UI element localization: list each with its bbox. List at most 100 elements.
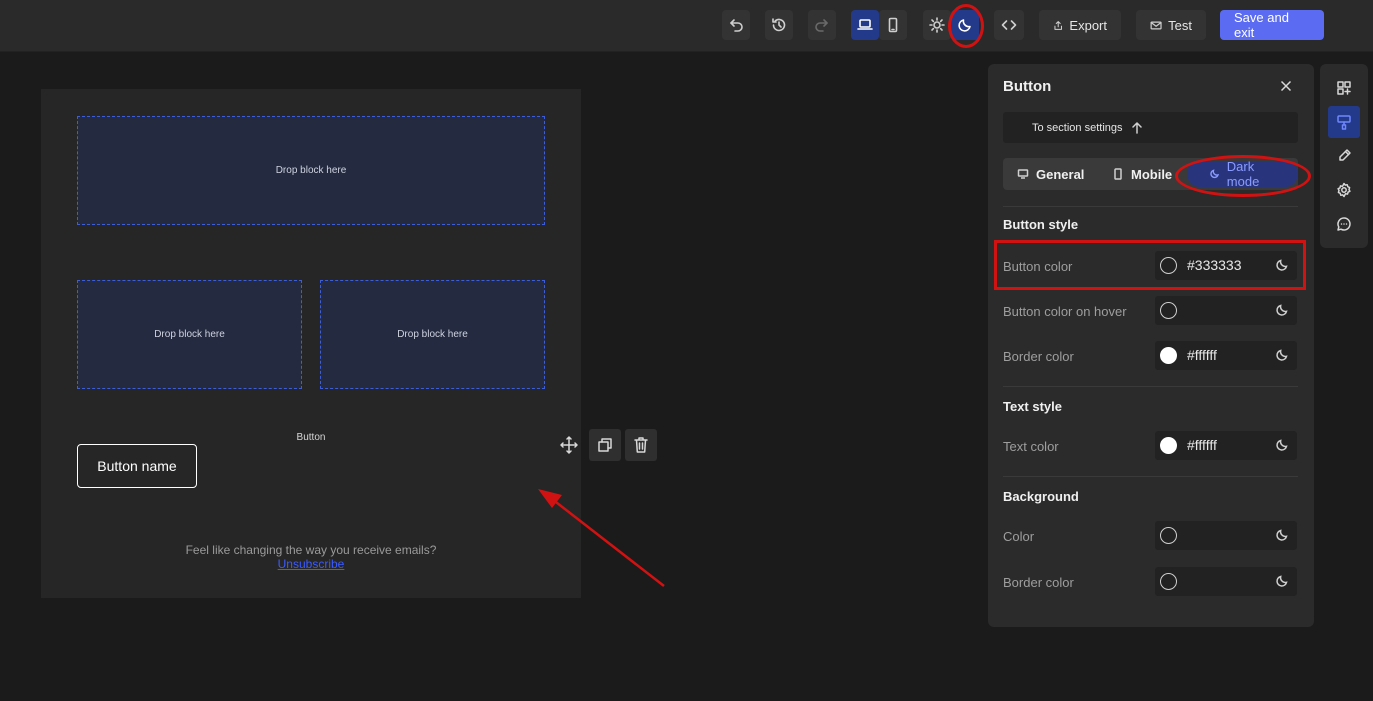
save-label: Save and exit — [1234, 10, 1289, 40]
panel-title: Button — [1003, 78, 1052, 95]
drop-zone-right[interactable]: Drop block here — [320, 280, 545, 389]
close-icon — [1280, 80, 1292, 92]
tab-mobile[interactable]: Mobile — [1112, 161, 1172, 187]
trash-icon — [634, 437, 648, 453]
color-swatch[interactable] — [1160, 302, 1177, 319]
color-swatch[interactable] — [1160, 257, 1177, 274]
to-section-label: To section settings — [1032, 121, 1123, 134]
mail-icon — [1150, 20, 1162, 30]
export-button[interactable]: Export — [1039, 10, 1121, 40]
tab-general[interactable]: General — [1017, 161, 1084, 187]
email-footer: Feel like changing the way you receive e… — [41, 543, 581, 571]
drop-zone-full[interactable]: Drop block here — [77, 116, 545, 225]
tab-dark-mode[interactable]: Dark mode — [1187, 159, 1298, 189]
drop-label: Drop block here — [397, 329, 468, 340]
desktop-view-button[interactable] — [851, 10, 879, 40]
moon-icon[interactable] — [1275, 438, 1289, 452]
top-toolbar: Export Test Save and exit — [0, 0, 1373, 52]
moon-icon[interactable] — [1275, 574, 1289, 588]
save-and-exit-button[interactable]: Save and exit — [1220, 10, 1324, 40]
moon-icon[interactable] — [1275, 303, 1289, 317]
color-value: #ffffff — [1187, 347, 1217, 363]
text-color-field[interactable]: #ffffff — [1155, 431, 1297, 460]
moon-icon — [1210, 169, 1220, 179]
button-block-label: Button — [296, 432, 326, 443]
color-swatch[interactable] — [1160, 527, 1177, 544]
style-button[interactable] — [1328, 106, 1360, 138]
blocks-button[interactable] — [1328, 72, 1360, 104]
background-heading: Background — [1003, 489, 1079, 504]
button-color-label: Button color — [1003, 259, 1073, 274]
border-color-label: Border color — [1003, 349, 1074, 364]
moon-icon[interactable] — [1275, 528, 1289, 542]
duplicate-block-button[interactable] — [589, 429, 621, 461]
divider — [1003, 476, 1298, 477]
email-button[interactable]: Button name — [77, 444, 197, 488]
drop-zone-left[interactable]: Drop block here — [77, 280, 302, 389]
redo-button[interactable] — [808, 10, 836, 40]
settings-icon — [1337, 182, 1351, 198]
move-block-button[interactable] — [553, 429, 585, 461]
text-color-label: Text color — [1003, 439, 1059, 454]
moon-icon[interactable] — [1275, 348, 1289, 362]
code-button[interactable] — [994, 10, 1024, 40]
comment-icon — [1337, 217, 1351, 231]
color-value: #333333 — [1187, 257, 1242, 273]
brush-icon — [1339, 149, 1351, 161]
settings-button[interactable] — [1328, 174, 1360, 206]
button-style-heading: Button style — [1003, 217, 1079, 232]
redo-icon — [815, 19, 828, 32]
color-value: #ffffff — [1187, 437, 1217, 453]
undo-icon — [730, 19, 743, 32]
text-style-heading: Text style — [1003, 399, 1063, 414]
background-border-label: Border color — [1003, 575, 1074, 590]
color-swatch[interactable] — [1160, 437, 1177, 454]
comments-button[interactable] — [1328, 208, 1360, 240]
drop-label: Drop block here — [154, 329, 225, 340]
mobile-icon — [888, 17, 898, 33]
move-icon — [560, 436, 578, 454]
color-swatch[interactable] — [1160, 573, 1177, 590]
paint-icon — [1337, 115, 1351, 130]
export-label: Export — [1069, 17, 1107, 33]
hover-color-label: Button color on hover — [1003, 304, 1127, 319]
blocks-icon — [1337, 81, 1351, 95]
delete-block-button[interactable] — [625, 429, 657, 461]
moon-icon — [958, 19, 971, 32]
export-icon — [1054, 20, 1062, 30]
history-button[interactable] — [765, 10, 793, 40]
button-color-field[interactable]: #333333 — [1155, 251, 1297, 280]
desktop-icon — [857, 19, 873, 30]
test-button[interactable]: Test — [1136, 10, 1206, 40]
background-border-field[interactable] — [1155, 567, 1297, 596]
border-color-field[interactable]: #ffffff — [1155, 341, 1297, 370]
arrow-up-icon — [1131, 121, 1142, 134]
undo-button[interactable] — [722, 10, 750, 40]
divider — [1003, 386, 1298, 387]
moon-icon[interactable] — [1275, 258, 1289, 272]
duplicate-icon — [598, 438, 612, 452]
code-icon — [1001, 20, 1017, 30]
tab-label: General — [1036, 166, 1085, 182]
mobile-view-button[interactable] — [879, 10, 907, 40]
background-color-field[interactable] — [1155, 521, 1297, 550]
sun-icon — [929, 17, 945, 33]
dark-mode-button[interactable] — [951, 10, 979, 40]
tab-label: Dark mode — [1226, 159, 1260, 189]
light-mode-button[interactable] — [923, 10, 951, 40]
divider — [1003, 206, 1298, 207]
tab-label: Mobile — [1131, 166, 1173, 182]
to-section-settings-button[interactable]: To section settings — [1003, 112, 1298, 143]
email-canvas: Drop block here Drop block here Drop blo… — [41, 89, 581, 598]
settings-tabs: General Mobile Dark mode — [1003, 158, 1298, 190]
brush-button[interactable] — [1328, 140, 1360, 172]
hover-color-field[interactable] — [1155, 296, 1297, 325]
background-color-label: Color — [1003, 529, 1035, 544]
history-icon — [772, 18, 786, 32]
color-swatch[interactable] — [1160, 347, 1177, 364]
mobile-icon — [1114, 168, 1122, 180]
unsubscribe-link[interactable]: Unsubscribe — [41, 557, 581, 571]
footer-text: Feel like changing the way you receive e… — [185, 543, 437, 557]
right-tool-rail — [1320, 64, 1368, 248]
close-panel-button[interactable] — [1278, 78, 1294, 94]
